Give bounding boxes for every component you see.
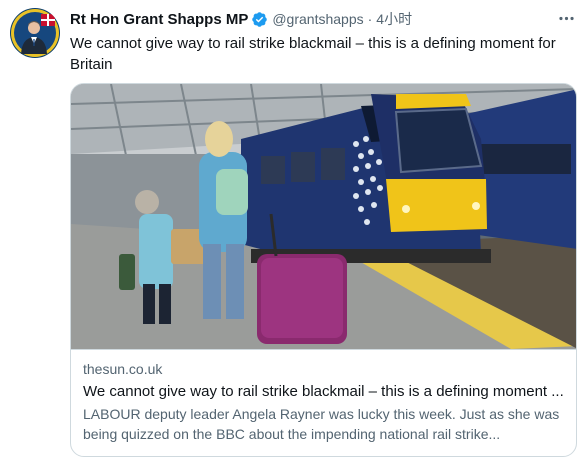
author-display-name[interactable]: Rt Hon Grant Shapps MP [70, 11, 248, 28]
card-title: We cannot give way to rail strike blackm… [83, 383, 564, 400]
tweet-text: We cannot give way to rail strike blackm… [70, 35, 556, 73]
tweet[interactable]: Rt Hon Grant Shapps MP @grantshapps · 4小… [0, 0, 588, 466]
header-separator: · [367, 11, 373, 27]
author-handle[interactable]: @grantshapps [272, 11, 363, 27]
tweet-header: Rt Hon Grant Shapps MP @grantshapps · 4小… [70, 9, 576, 29]
avatar[interactable] [10, 8, 60, 58]
card-domain: thesun.co.uk [83, 361, 163, 377]
tweet-timestamp[interactable]: 4小时 [376, 9, 412, 29]
card-description: LABOUR deputy leader Angela Rayner was l… [83, 406, 560, 442]
link-card[interactable]: thesun.co.uk We cannot give way to rail … [70, 83, 577, 457]
avatar-image [10, 8, 60, 58]
more-options-icon[interactable] [556, 8, 576, 28]
card-image[interactable] [71, 84, 576, 349]
verified-badge-icon [251, 11, 268, 28]
card-body[interactable]: thesun.co.uk We cannot give way to rail … [71, 349, 576, 456]
train-platform-photo [71, 84, 576, 349]
